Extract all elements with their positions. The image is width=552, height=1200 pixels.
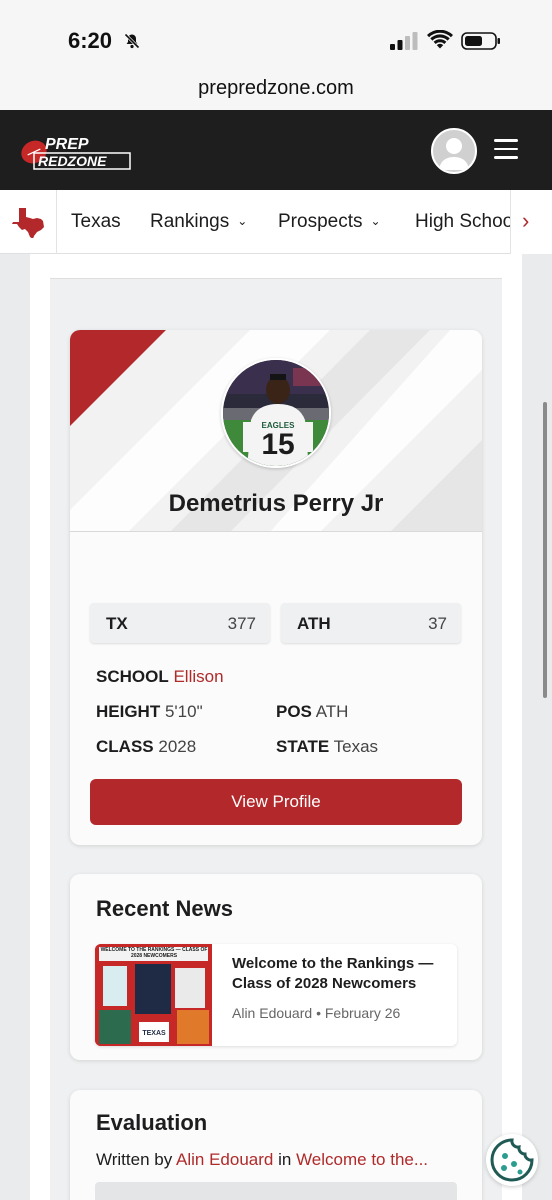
school-link[interactable]: Ellison xyxy=(173,667,223,686)
hamburger-menu-icon[interactable] xyxy=(494,139,518,159)
player-photo: EAGLES 15 xyxy=(221,358,331,468)
main-nav: Texas Rankings ⌄ Prospects ⌄ High Schoo › xyxy=(0,190,552,254)
view-profile-button[interactable]: View Profile xyxy=(90,779,462,825)
battery-icon xyxy=(461,32,500,50)
status-time: 6:20 xyxy=(68,28,113,53)
info-height: HEIGHT 5'10" xyxy=(96,702,203,721)
status-bar: 6:20 xyxy=(0,0,552,66)
svg-text:15: 15 xyxy=(261,428,294,461)
user-avatar-icon xyxy=(439,138,469,170)
cookie-settings-button[interactable] xyxy=(486,1134,538,1186)
evaluation-byline: Written by Alin Edouard in Welcome to th… xyxy=(96,1150,429,1169)
page-scrollbar[interactable] xyxy=(543,402,547,698)
evaluation-title: Evaluation xyxy=(96,1110,208,1135)
cellular-signal-icon xyxy=(390,32,418,50)
player-card: EAGLES 15 Demetrius Perry Jr TX 377 ATH … xyxy=(70,330,482,845)
evaluation-article-link[interactable]: Welcome to the... xyxy=(296,1150,428,1169)
info-position: POS ATH xyxy=(276,702,349,721)
position-rank-chip: ATH 37 xyxy=(281,603,461,643)
info-school: SCHOOL Ellison xyxy=(96,667,224,686)
chevron-down-icon: ⌄ xyxy=(237,214,248,228)
nav-item-high-schools[interactable]: High Schoo xyxy=(415,211,513,233)
player-card-banner: EAGLES 15 Demetrius Perry Jr xyxy=(70,330,482,532)
browser-url-bar[interactable]: prepredzone.com xyxy=(0,66,552,110)
chevron-down-icon: ⌄ xyxy=(370,214,381,228)
evaluation-card: Evaluation Written by Alin Edouard in We… xyxy=(70,1090,482,1200)
svg-text:PREP: PREP xyxy=(45,136,89,153)
recent-news-title: Recent News xyxy=(96,896,233,921)
news-item-meta: Alin Edouard • February 26 xyxy=(232,1005,401,1021)
news-item-title[interactable]: Welcome to the Rankings — Class of 2028 … xyxy=(232,954,447,994)
evaluation-body xyxy=(95,1182,457,1200)
texas-state-icon[interactable] xyxy=(10,206,46,238)
user-avatar-button[interactable] xyxy=(431,128,477,174)
news-item[interactable]: WELCOME TO THE RANKINGS — CLASS OF 2028 … xyxy=(95,944,457,1046)
info-state: STATE Texas xyxy=(276,737,379,756)
nav-item-rankings[interactable]: Rankings ⌄ xyxy=(150,211,247,233)
wifi-icon xyxy=(427,30,453,49)
svg-text:TEXAS: TEXAS xyxy=(142,1030,166,1037)
news-author: Alin Edouard xyxy=(232,1005,313,1021)
cookie-icon xyxy=(490,1138,534,1182)
news-date: February 26 xyxy=(324,1005,401,1021)
recent-news-card: Recent News WELCOME TO THE RANKINGS — CL… xyxy=(70,874,482,1060)
prep-redzone-logo[interactable]: PREP REDZONE xyxy=(20,132,132,172)
player-name: Demetrius Perry Jr xyxy=(168,490,384,517)
nav-item-prospects[interactable]: Prospects ⌄ xyxy=(278,211,381,233)
svg-text:REDZONE: REDZONE xyxy=(38,153,107,169)
bell-muted-icon xyxy=(124,33,140,49)
nav-scroll-right-icon[interactable]: › xyxy=(522,208,529,234)
nav-item-texas[interactable]: Texas xyxy=(71,211,121,233)
url-text: prepredzone.com xyxy=(198,77,354,99)
evaluation-author-link[interactable]: Alin Edouard xyxy=(176,1150,273,1169)
info-class: CLASS 2028 xyxy=(96,737,197,756)
state-rank-chip: TX 377 xyxy=(90,603,270,643)
news-thumbnail: WELCOME TO THE RANKINGS — CLASS OF 2028 … xyxy=(95,944,212,1046)
